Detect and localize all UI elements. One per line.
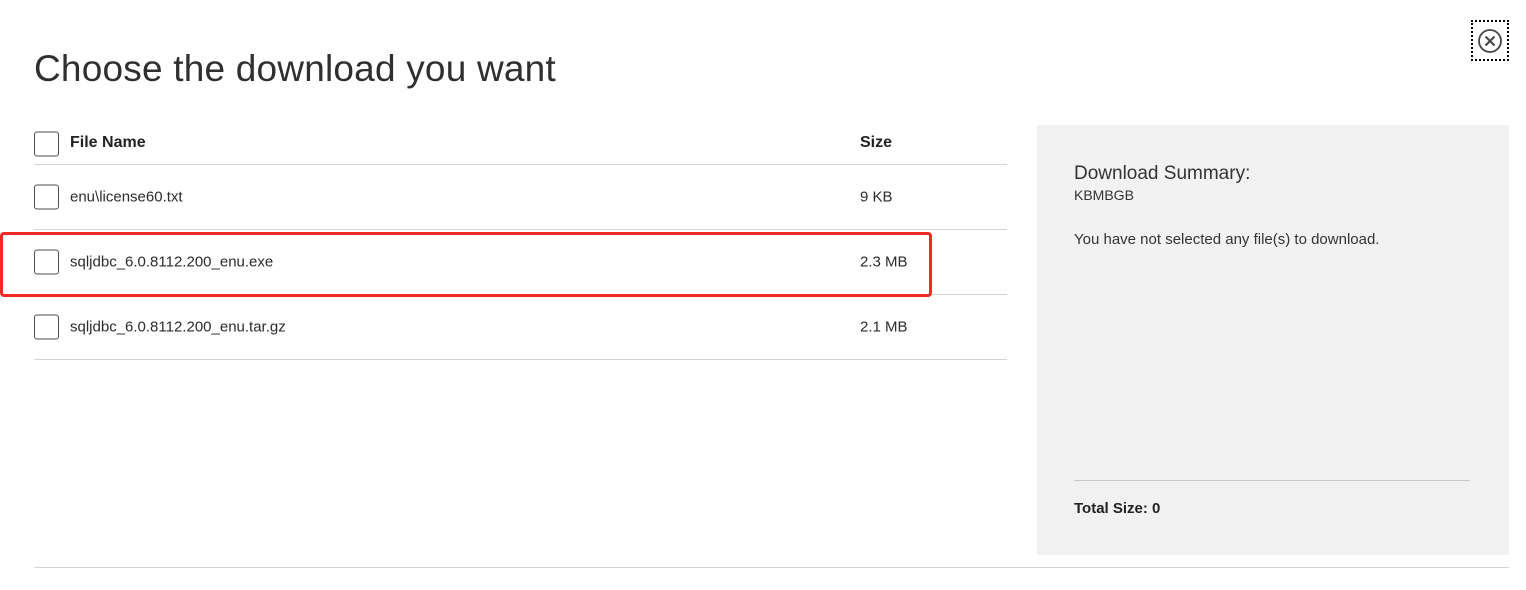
close-button[interactable] (1471, 20, 1509, 61)
total-size: Total Size: 0 (1074, 500, 1161, 517)
close-icon (1478, 28, 1502, 53)
file-size: 2.1 MB (860, 318, 908, 336)
file-table: File Name Size enu\license60.txt 9 KB sq… (34, 120, 1007, 360)
download-summary-panel: Download Summary: KBMBGB You have not se… (1037, 125, 1509, 555)
summary-subtitle: KBMBGB (1074, 187, 1134, 203)
table-header-row: File Name Size (34, 120, 1007, 165)
file-name-header: File Name (70, 134, 146, 151)
file-size: 2.3 MB (860, 253, 908, 271)
table-row[interactable]: sqljdbc_6.0.8112.200_enu.exe 2.3 MB (34, 230, 1007, 295)
summary-message: You have not selected any file(s) to dow… (1074, 231, 1380, 248)
summary-divider (1074, 480, 1470, 481)
file-name: sqljdbc_6.0.8112.200_enu.exe (70, 253, 274, 271)
page-title: Choose the download you want (34, 48, 556, 89)
file-checkbox[interactable] (34, 314, 59, 340)
footer-divider (34, 567, 1509, 568)
download-dialog: Choose the download you want File Name S… (0, 0, 1526, 590)
summary-title: Download Summary: (1074, 163, 1251, 184)
select-all-checkbox[interactable] (34, 131, 59, 157)
table-row[interactable]: enu\license60.txt 9 KB (34, 165, 1007, 230)
file-checkbox[interactable] (34, 249, 59, 275)
file-checkbox[interactable] (34, 184, 59, 210)
file-name: sqljdbc_6.0.8112.200_enu.tar.gz (70, 318, 286, 336)
file-name: enu\license60.txt (70, 188, 183, 206)
file-size: 9 KB (860, 188, 893, 206)
table-row[interactable]: sqljdbc_6.0.8112.200_enu.tar.gz 2.1 MB (34, 295, 1007, 360)
size-header: Size (860, 134, 893, 151)
